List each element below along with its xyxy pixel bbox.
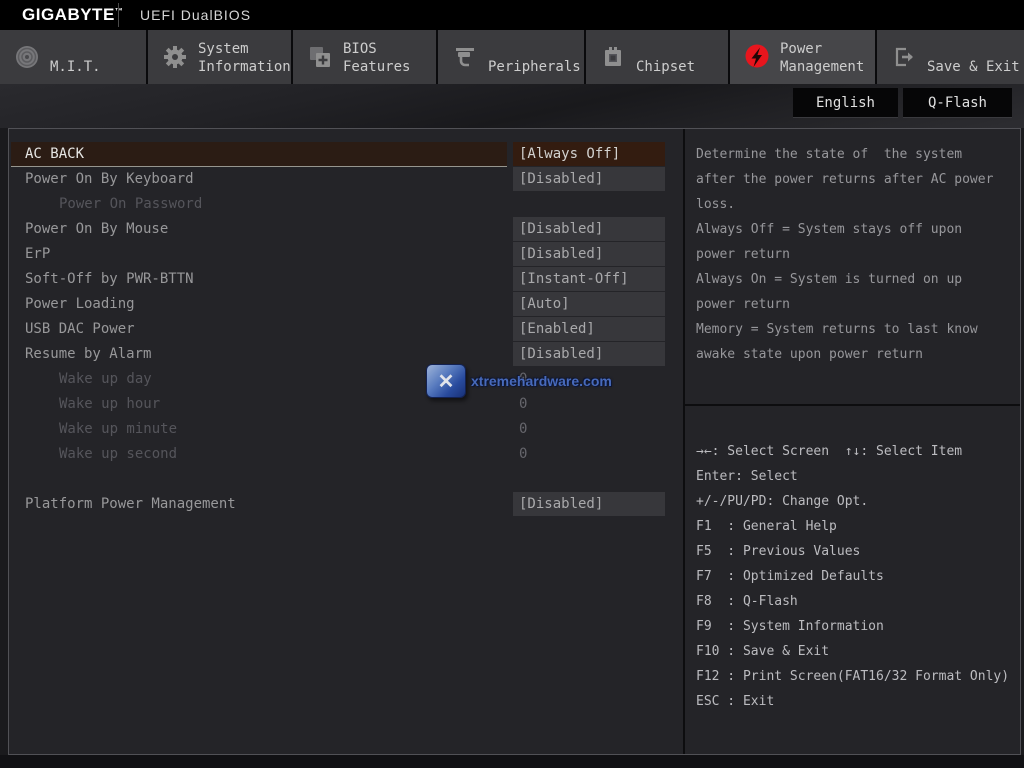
- setting-label: Wake up minute: [9, 417, 509, 442]
- tab-peripherals[interactable]: Peripherals: [438, 30, 586, 84]
- setting-label: Power On By Mouse: [9, 217, 509, 242]
- setting-value[interactable]: [Auto]: [513, 292, 665, 317]
- tab-label: Peripherals: [488, 34, 581, 81]
- setting-label: ErP: [9, 242, 509, 267]
- sub-band: English Q-Flash: [0, 84, 1024, 128]
- tab-chipset[interactable]: Chipset: [586, 30, 730, 84]
- dial-icon: [13, 43, 41, 71]
- trademark-symbol: ™: [115, 6, 124, 15]
- tab-label: System Information: [198, 34, 291, 81]
- setting-row-power-loading[interactable]: Power Loading [Auto]: [9, 292, 683, 317]
- setting-row-erp[interactable]: ErP [Disabled]: [9, 242, 683, 267]
- setting-label: USB DAC Power: [9, 317, 509, 342]
- setting-value[interactable]: [Disabled]: [513, 492, 665, 517]
- tab-bar: M.I.T. System Information BIOS Features …: [0, 30, 1024, 84]
- firmware-title: UEFI DualBIOS: [140, 7, 251, 23]
- setting-row-power-on-mouse[interactable]: Power On By Mouse [Disabled]: [9, 217, 683, 242]
- tab-system-information[interactable]: System Information: [148, 30, 293, 84]
- setting-label: Power On Password: [9, 192, 509, 217]
- help-pane: Determine the state of the system after …: [683, 129, 1020, 754]
- help-text: Determine the state of the system after …: [696, 142, 1015, 367]
- setting-label: AC BACK: [11, 142, 507, 167]
- setting-label: Power Loading: [9, 292, 509, 317]
- setting-value[interactable]: [Disabled]: [513, 242, 665, 267]
- gear-icon: [161, 43, 189, 71]
- chip-icon: [599, 43, 627, 71]
- tab-mit[interactable]: M.I.T.: [0, 30, 148, 84]
- x-badge-icon: ✕: [426, 364, 466, 398]
- setting-row-ac-back[interactable]: AC BACK [Always Off]: [9, 142, 683, 167]
- tab-save-exit[interactable]: Save & Exit: [877, 30, 1024, 84]
- settings-list: AC BACK [Always Off] Power On By Keyboar…: [9, 129, 683, 754]
- setting-row-power-on-password: Power On Password: [9, 192, 683, 217]
- header-divider: [118, 3, 119, 27]
- setting-value[interactable]: [Always Off]: [513, 142, 665, 167]
- help-divider: [685, 404, 1020, 406]
- watermark-text: xtremehardware.com: [471, 373, 612, 389]
- bottom-strip: [0, 755, 1024, 768]
- tab-label: BIOS Features: [343, 34, 436, 81]
- setting-label: [9, 467, 509, 492]
- tab-power-management[interactable]: Power Management: [730, 30, 877, 84]
- tab-bios-features[interactable]: BIOS Features: [293, 30, 438, 84]
- tab-label: Power Management: [780, 34, 875, 81]
- setting-row-platform-power-management[interactable]: Platform Power Management [Disabled]: [9, 492, 683, 517]
- top-bar: GIGABYTE™ UEFI DualBIOS: [0, 0, 1024, 30]
- setting-value: 0: [513, 442, 665, 467]
- folders-plus-icon: [306, 43, 334, 71]
- watermark: ✕ xtremehardware.com: [426, 364, 612, 398]
- setting-row-power-on-keyboard[interactable]: Power On By Keyboard [Disabled]: [9, 167, 683, 192]
- setting-value: 0: [513, 417, 665, 442]
- tab-label: Chipset: [636, 34, 695, 81]
- setting-row-usb-dac-power[interactable]: USB DAC Power [Enabled]: [9, 317, 683, 342]
- setting-label: Power On By Keyboard: [9, 167, 509, 192]
- main-panel: AC BACK [Always Off] Power On By Keyboar…: [8, 128, 1021, 755]
- exit-door-icon: [890, 43, 918, 71]
- tab-label: Save & Exit: [927, 34, 1020, 81]
- tab-label: M.I.T.: [50, 34, 101, 81]
- device-cable-icon: [451, 43, 479, 71]
- setting-value[interactable]: [Enabled]: [513, 317, 665, 342]
- qflash-button[interactable]: Q-Flash: [903, 88, 1012, 118]
- setting-row-wake-up-second: Wake up second 0: [9, 442, 683, 467]
- lightning-bolt-icon: [743, 43, 771, 71]
- setting-value[interactable]: [Disabled]: [513, 167, 665, 192]
- setting-row-soft-off[interactable]: Soft-Off by PWR-BTTN [Instant-Off]: [9, 267, 683, 292]
- setting-label: Wake up second: [9, 442, 509, 467]
- language-button[interactable]: English: [793, 88, 898, 118]
- setting-label: Soft-Off by PWR-BTTN: [9, 267, 509, 292]
- setting-value[interactable]: [Disabled]: [513, 217, 665, 242]
- gigabyte-logo: GIGABYTE™: [22, 5, 123, 25]
- key-legend: →←: Select Screen ↑↓: Select Item Enter:…: [696, 439, 1017, 714]
- bios-screen: GIGABYTE™ UEFI DualBIOS M.I.T. System In…: [0, 0, 1024, 768]
- setting-label: Platform Power Management: [9, 492, 509, 517]
- spacer-row: [9, 467, 683, 492]
- setting-row-wake-up-minute: Wake up minute 0: [9, 417, 683, 442]
- setting-value[interactable]: [Instant-Off]: [513, 267, 665, 292]
